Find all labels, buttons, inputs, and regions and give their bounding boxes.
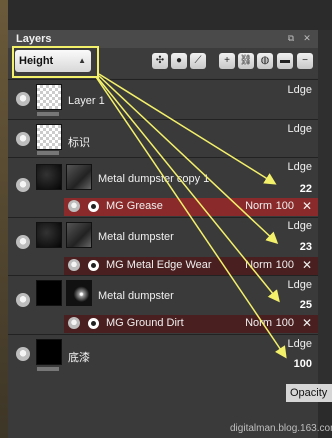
- layer-name: Metal dumpster copy 1: [98, 173, 210, 185]
- remove-effect-icon[interactable]: ✕: [302, 199, 312, 213]
- layer-mode: Ldge: [287, 279, 312, 291]
- layer-thumbnail: [36, 84, 62, 110]
- effect-name: MG Grease: [106, 200, 163, 212]
- mask-indicator: [37, 367, 59, 371]
- visibility-eye-icon[interactable]: [16, 347, 30, 361]
- layer-thumbnail: [36, 339, 62, 365]
- effect-row[interactable]: MG Ground Dirt Norm 100 ✕: [64, 315, 318, 333]
- effect-name: MG Metal Edge Wear: [106, 259, 212, 271]
- effect-mode: Norm: [245, 259, 272, 271]
- remove-effect-icon[interactable]: ✕: [302, 258, 312, 272]
- adjacent-panel-strip: [318, 30, 332, 390]
- layer-value: 25: [299, 299, 312, 311]
- effect-row[interactable]: MG Metal Edge Wear Norm 100 ✕: [64, 257, 318, 275]
- visibility-eye-icon[interactable]: [16, 132, 30, 146]
- layer-thumbnail: [36, 164, 62, 190]
- folder-icon[interactable]: ▬: [277, 53, 293, 69]
- effect-type-icon: [88, 318, 99, 329]
- layer-mode: Ldge: [287, 338, 312, 350]
- effect-visibility-icon[interactable]: [68, 259, 80, 271]
- close-panel-icon[interactable]: ✕: [302, 33, 312, 43]
- effect-row[interactable]: MG Grease Norm 100 ✕: [64, 198, 318, 216]
- link-icon[interactable]: ⛓: [238, 53, 254, 69]
- layer-thumbnail: [36, 222, 62, 248]
- visibility-eye-icon[interactable]: [16, 178, 30, 192]
- effect-mode: Norm: [245, 317, 272, 329]
- annotation-highlight: [12, 46, 99, 78]
- mask-indicator: [37, 112, 59, 116]
- minus-icon[interactable]: −: [297, 53, 313, 69]
- mask-thumbnail: [66, 164, 92, 190]
- layer-mode: Ldge: [287, 84, 312, 96]
- effect-type-icon: [88, 260, 99, 271]
- mask-indicator: [37, 151, 59, 155]
- mask-thumbnail: [66, 222, 92, 248]
- layer-name: Metal dumpster: [98, 290, 174, 302]
- effect-visibility-icon[interactable]: [68, 200, 80, 212]
- visibility-eye-icon[interactable]: [16, 92, 30, 106]
- visibility-eye-icon[interactable]: [16, 293, 30, 307]
- layer-thumbnail: [36, 280, 62, 306]
- mask-tool-icon[interactable]: ✣: [152, 53, 168, 69]
- layer-mode: Ldge: [287, 123, 312, 135]
- add-icon[interactable]: +: [219, 53, 235, 69]
- opacity-tooltip: Opacity: [286, 384, 332, 402]
- effect-name: MG Ground Dirt: [106, 317, 184, 329]
- layer-value: 100: [293, 358, 312, 370]
- detach-icon[interactable]: ⧉: [286, 33, 296, 43]
- effect-type-icon: [88, 201, 99, 212]
- layer-name: 标识: [68, 137, 90, 149]
- layer-value: 23: [299, 241, 312, 253]
- circle-icon[interactable]: ●: [171, 53, 187, 69]
- effect-mode: Norm: [245, 200, 272, 212]
- layer-value: 22: [299, 183, 312, 195]
- layer-name: Layer 1: [68, 95, 105, 107]
- panel-title: Layers: [16, 33, 52, 45]
- layer-mode: Ldge: [287, 220, 312, 232]
- globe-icon[interactable]: ◍: [257, 53, 273, 69]
- layer-name: 底漆: [68, 352, 90, 364]
- layer-thumbnail: [36, 124, 62, 150]
- effect-opacity: 100: [275, 317, 294, 329]
- background-strip: [0, 0, 8, 438]
- layer-mode: Ldge: [287, 161, 312, 173]
- effect-visibility-icon[interactable]: [68, 317, 80, 329]
- effect-opacity: 100: [275, 259, 294, 271]
- visibility-eye-icon[interactable]: [16, 235, 30, 249]
- mask-thumbnail: [66, 280, 92, 306]
- brush-icon[interactable]: ⟋: [190, 53, 206, 69]
- watermark: digitalman.blog.163.com: [230, 423, 332, 434]
- layer-name: Metal dumpster: [98, 231, 174, 243]
- remove-effect-icon[interactable]: ✕: [302, 316, 312, 330]
- effect-opacity: 100: [275, 200, 294, 212]
